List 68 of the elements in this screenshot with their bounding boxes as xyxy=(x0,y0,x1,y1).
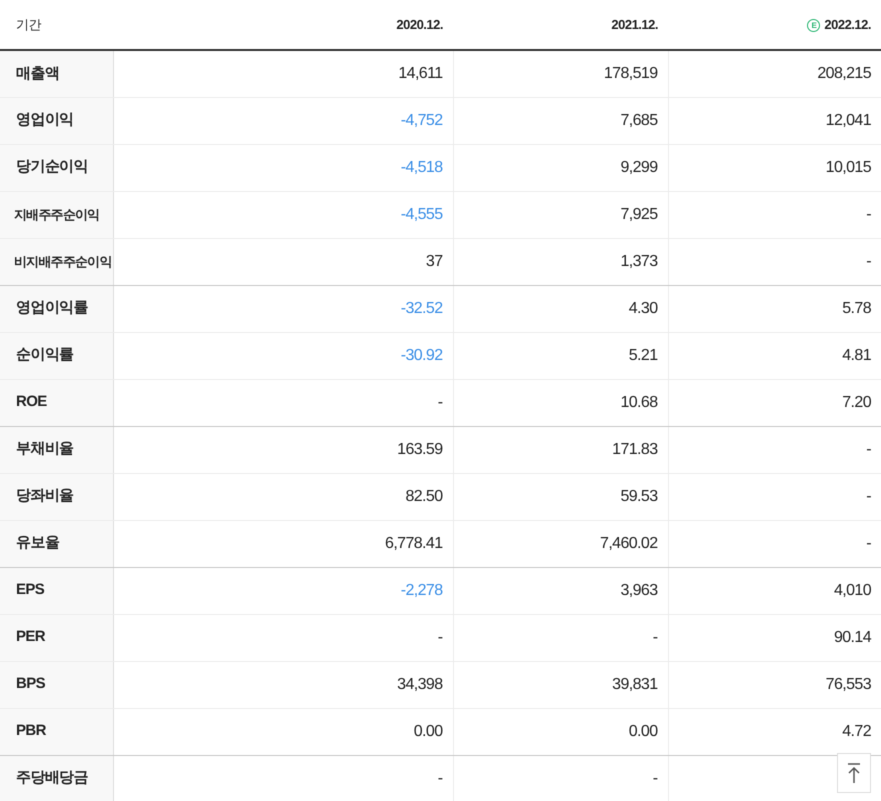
table-cell: 163.59 xyxy=(113,426,453,473)
row-label: 비지배주주순이익 xyxy=(0,238,113,285)
table-cell: - xyxy=(668,191,881,238)
row-label: 지배주주순이익 xyxy=(0,191,113,238)
table-cell: -2,278 xyxy=(113,567,453,614)
table-cell: 4.81 xyxy=(668,332,881,379)
table-cell: 171.83 xyxy=(453,426,668,473)
table-cell: 7,685 xyxy=(453,97,668,144)
row-label: 순이익률 xyxy=(0,332,113,379)
table-cell: 9,299 xyxy=(453,144,668,191)
row-label: 부채비율 xyxy=(0,426,113,473)
table-cell: 59.53 xyxy=(453,473,668,520)
row-label: PBR xyxy=(0,708,113,755)
table-cell: - xyxy=(113,755,453,801)
table-cell: 10.68 xyxy=(453,379,668,426)
row-label: PER xyxy=(0,614,113,661)
table-cell: 76,553 xyxy=(668,661,881,708)
table-cell: 12,041 xyxy=(668,97,881,144)
table-cell: 1,373 xyxy=(453,238,668,285)
table-cell: - xyxy=(453,755,668,801)
table-cell: 5.78 xyxy=(668,285,881,332)
row-label: 당좌비율 xyxy=(0,473,113,520)
column-header: 2020.12. xyxy=(113,0,453,50)
row-label: 당기순이익 xyxy=(0,144,113,191)
table-cell: 7.20 xyxy=(668,379,881,426)
row-label: EPS xyxy=(0,567,113,614)
row-label: ROE xyxy=(0,379,113,426)
table-cell: 208,215 xyxy=(668,50,881,97)
table-cell: 37 xyxy=(113,238,453,285)
table-cell: 7,925 xyxy=(453,191,668,238)
table-cell: 39,831 xyxy=(453,661,668,708)
table-cell: - xyxy=(113,379,453,426)
table-cell: -4,518 xyxy=(113,144,453,191)
table-cell: - xyxy=(668,238,881,285)
estimate-badge: E xyxy=(807,19,820,32)
table-cell: -4,752 xyxy=(113,97,453,144)
column-header: 2021.12. xyxy=(453,0,668,50)
table-cell: 10,015 xyxy=(668,144,881,191)
column-header: 2022.12. xyxy=(824,16,871,32)
row-label: 영업이익률 xyxy=(0,285,113,332)
row-label: BPS xyxy=(0,661,113,708)
row-label: 유보율 xyxy=(0,520,113,567)
table-cell: - xyxy=(668,426,881,473)
arrow-up-icon xyxy=(846,762,862,784)
table-cell: 0.00 xyxy=(453,708,668,755)
table-cell: 14,611 xyxy=(113,50,453,97)
table-cell: - xyxy=(668,520,881,567)
table-cell: -4,555 xyxy=(113,191,453,238)
table-cell: 178,519 xyxy=(453,50,668,97)
table-cell: 82.50 xyxy=(113,473,453,520)
table-cell: - xyxy=(453,614,668,661)
row-label: 영업이익 xyxy=(0,97,113,144)
table-cell: -30.92 xyxy=(113,332,453,379)
table-cell: 3,963 xyxy=(453,567,668,614)
row-label: 매출액 xyxy=(0,50,113,97)
table-cell: 4,010 xyxy=(668,567,881,614)
table-cell: 34,398 xyxy=(113,661,453,708)
row-label: 주당배당금 xyxy=(0,755,113,801)
table-cell: 0.00 xyxy=(113,708,453,755)
table-cell: 5.21 xyxy=(453,332,668,379)
table-cell: 90.14 xyxy=(668,614,881,661)
scroll-to-top-button[interactable] xyxy=(837,753,871,793)
table-cell: 4.30 xyxy=(453,285,668,332)
table-cell: - xyxy=(113,614,453,661)
table-cell: -32.52 xyxy=(113,285,453,332)
table-cell: - xyxy=(668,473,881,520)
table-cell: 6,778.41 xyxy=(113,520,453,567)
table-cell: 7,460.02 xyxy=(453,520,668,567)
